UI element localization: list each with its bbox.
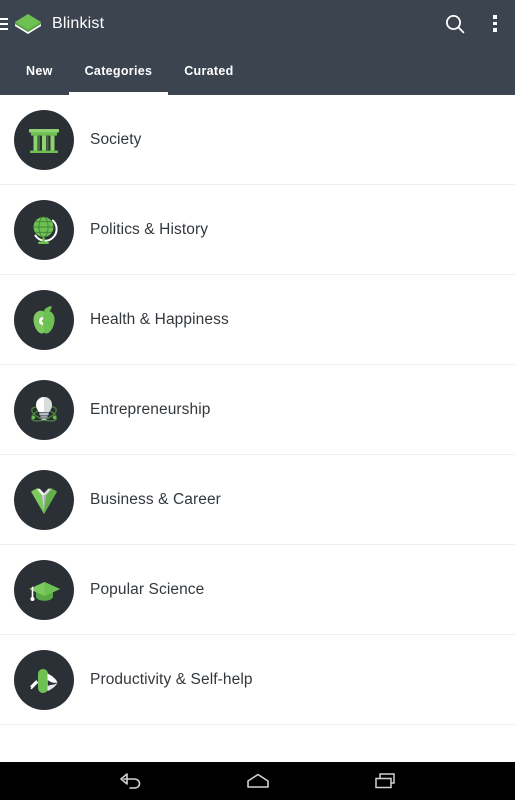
overflow-dot [493, 15, 497, 19]
back-button[interactable] [101, 762, 159, 800]
tab-list: New Categories Curated [0, 47, 515, 95]
category-label: Health & Happiness [90, 311, 229, 328]
tab-curated[interactable]: Curated [168, 47, 249, 95]
category-label: Productivity & Self-help [90, 671, 253, 688]
tab-label: New [26, 64, 53, 78]
overflow-dot [493, 28, 497, 32]
category-label: Politics & History [90, 221, 209, 238]
hamburger-line [0, 27, 8, 30]
recent-apps-button[interactable] [357, 762, 415, 800]
blinkist-book-logo [14, 13, 42, 35]
suit-tie-icon [14, 470, 74, 530]
apple-icon [14, 290, 74, 350]
app-title: Blinkist [52, 14, 105, 32]
home-button[interactable] [229, 762, 287, 800]
category-list[interactable]: Society Politics & History Health & Happ… [0, 95, 515, 762]
hamburger-line [0, 17, 8, 20]
app-bar: Blinkist [0, 0, 515, 47]
category-label: Business & Career [90, 491, 221, 508]
list-item[interactable]: Politics & History [0, 185, 515, 275]
globe-icon [14, 200, 74, 260]
list-item[interactable]: Popular Science [0, 545, 515, 635]
recent-apps-icon [374, 773, 395, 789]
overflow-dot [493, 21, 497, 26]
tab-new[interactable]: New [10, 47, 69, 95]
category-label: Entrepreneurship [90, 401, 211, 418]
list-item[interactable]: Productivity & Self-help [0, 635, 515, 725]
back-icon [119, 773, 140, 789]
category-label: Popular Science [90, 581, 205, 598]
graduation-cap-icon [14, 560, 74, 620]
home-icon [246, 773, 269, 788]
tab-label: Curated [184, 64, 234, 78]
list-item[interactable]: Business & Career [0, 455, 515, 545]
list-item[interactable]: Society [0, 95, 515, 185]
swiss-army-knife-icon [14, 650, 74, 710]
tab-label: Categories [84, 64, 153, 78]
overflow-menu-button[interactable] [475, 0, 515, 47]
tab-bar: New Categories Curated [0, 47, 515, 95]
list-item[interactable]: Health & Happiness [0, 275, 515, 365]
android-navigation-bar [0, 762, 515, 800]
category-label: Society [90, 131, 142, 148]
tab-categories[interactable]: Categories [68, 47, 169, 95]
search-button[interactable] [435, 0, 475, 47]
lightbulb-atom-icon [14, 380, 74, 440]
temple-columns-icon [14, 110, 74, 170]
list-item[interactable]: Entrepreneurship [0, 365, 515, 455]
hamburger-line [0, 22, 8, 25]
search-icon [446, 14, 465, 33]
overflow-menu-icon [493, 15, 497, 32]
hamburger-menu-icon[interactable] [0, 17, 8, 30]
